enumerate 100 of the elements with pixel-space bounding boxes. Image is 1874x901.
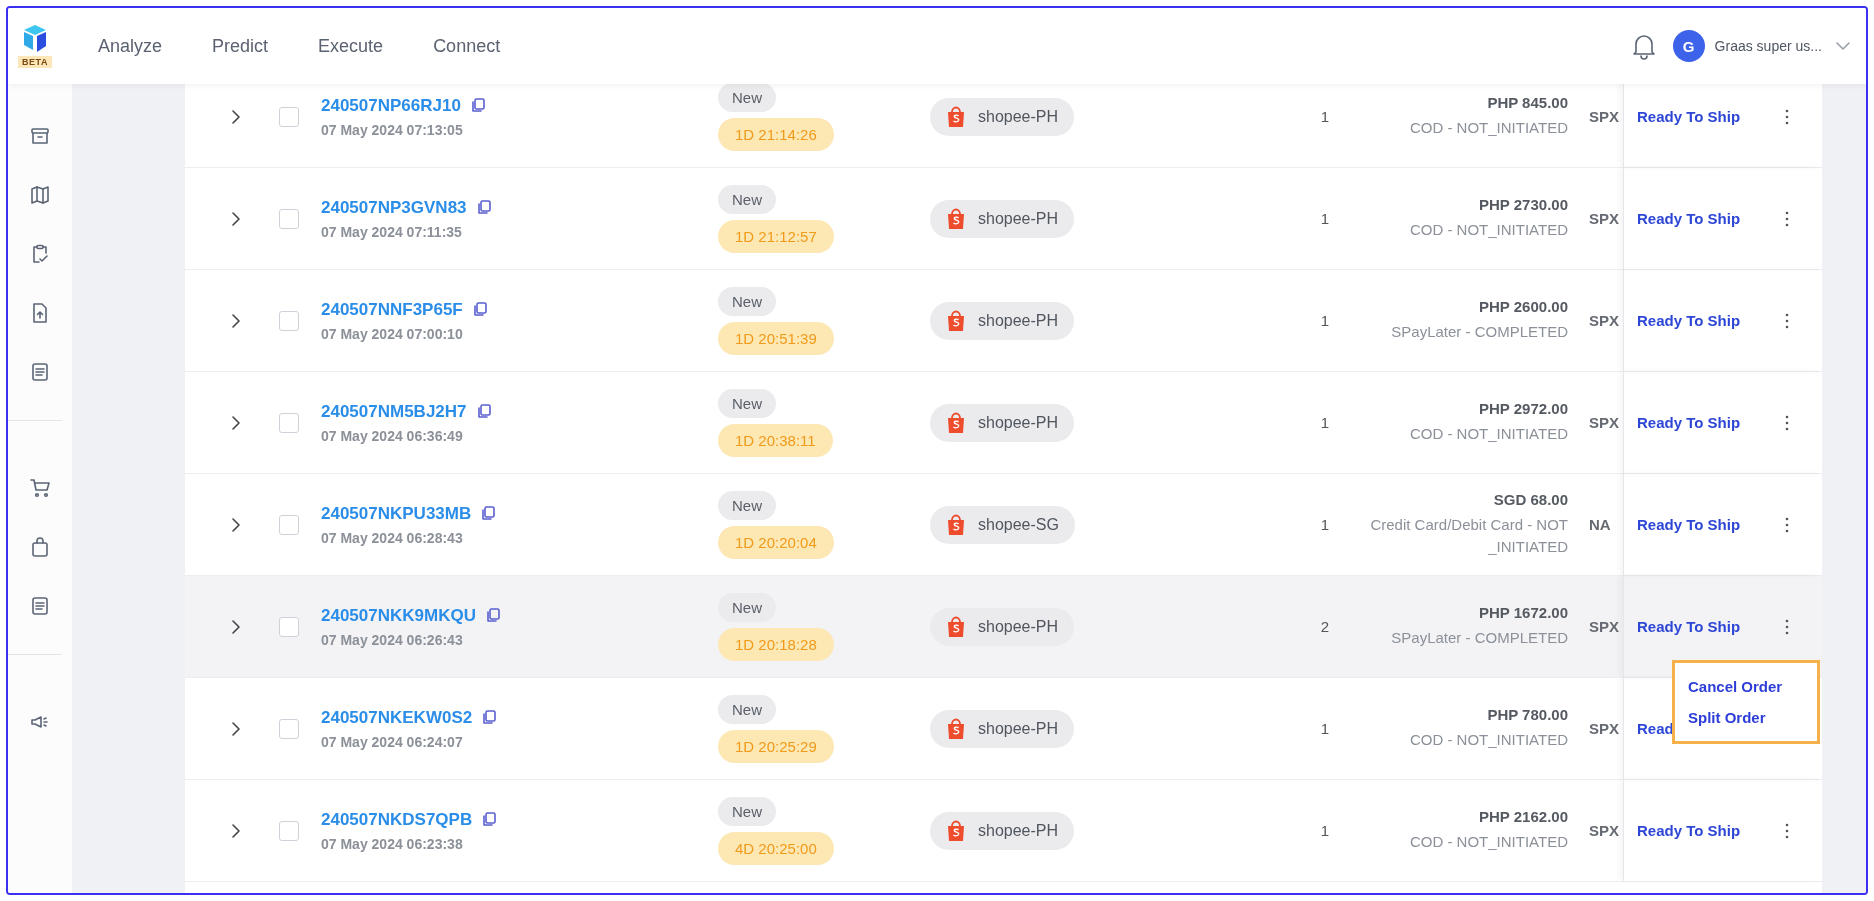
- status-tag: New: [718, 84, 776, 112]
- copy-icon[interactable]: [482, 710, 497, 725]
- countdown-tag: 1D 20:38:11: [718, 423, 833, 457]
- order-date: 07 May 2024 07:00:10: [321, 325, 463, 342]
- row-checkbox[interactable]: [279, 718, 299, 739]
- order-amount: PHP 2162.00: [1479, 807, 1568, 825]
- payment-status: COD - NOT_INITIATED: [1409, 219, 1568, 240]
- shopping-bag-icon: [946, 105, 966, 128]
- more-options-icon[interactable]: [1784, 311, 1790, 330]
- shopping-bag-icon: [946, 309, 966, 332]
- ready-to-ship-link[interactable]: Ready To Ship: [1637, 108, 1741, 125]
- countdown-tag: 1D 21:12:57: [718, 219, 834, 253]
- status-tag: New: [718, 592, 776, 622]
- channel-name: shopee-PH: [978, 107, 1059, 126]
- channel-name: shopee-SG: [978, 515, 1059, 534]
- status-tag: New: [718, 490, 776, 520]
- shopping-bag-icon: [946, 207, 966, 230]
- order-id-link[interactable]: 240507NNF3P65F: [321, 299, 463, 320]
- payment-status: SPayLater - COMPLETED: [1391, 627, 1568, 648]
- more-options-icon[interactable]: [1784, 617, 1790, 636]
- carrier: SPX: [1589, 822, 1619, 839]
- user-name[interactable]: Graas super us...: [1714, 38, 1822, 54]
- carrier: SPX: [1589, 108, 1619, 125]
- nav-link[interactable]: Connect: [433, 35, 501, 57]
- ready-to-ship-link[interactable]: Ready To Ship: [1637, 312, 1741, 329]
- quantity: 1: [1319, 413, 1331, 433]
- more-options-icon[interactable]: [1784, 821, 1790, 840]
- nav-link[interactable]: Execute: [318, 35, 384, 57]
- status-tag: New: [718, 388, 776, 418]
- expand-chevron-icon[interactable]: [230, 108, 242, 125]
- copy-icon[interactable]: [485, 608, 500, 623]
- ready-to-ship-link[interactable]: Ready To Ship: [1637, 414, 1741, 431]
- payment-status: SPayLater - COMPLETED: [1391, 321, 1568, 342]
- nav-link[interactable]: Predict: [212, 35, 269, 57]
- order-id-link[interactable]: 240507NKPU33MB: [321, 503, 472, 524]
- shopping-bag-icon: [946, 819, 966, 842]
- payment-status: COD - NOT_INITIATED: [1409, 423, 1568, 444]
- ready-to-ship-link[interactable]: Ready To Ship: [1637, 822, 1741, 839]
- copy-icon[interactable]: [481, 506, 496, 521]
- shopping-bag-icon[interactable]: [29, 536, 51, 558]
- order-id-link[interactable]: 240507NM5BJ2H7: [321, 401, 467, 422]
- document-list-icon[interactable]: [29, 595, 51, 617]
- carrier: SPX: [1589, 618, 1619, 635]
- more-options-icon[interactable]: [1784, 107, 1790, 126]
- order-id-link[interactable]: 240507NKDS7QPB: [321, 809, 473, 830]
- notification-bell-icon[interactable]: [1630, 32, 1657, 60]
- expand-chevron-icon[interactable]: [230, 414, 242, 431]
- expand-chevron-icon[interactable]: [230, 516, 242, 533]
- order-date: 07 May 2024 06:23:38: [321, 835, 463, 852]
- copy-icon[interactable]: [476, 200, 491, 215]
- document-list-icon[interactable]: [29, 361, 51, 383]
- shopping-bag-icon: [946, 513, 966, 536]
- archive-box-icon[interactable]: [29, 125, 51, 147]
- copy-icon[interactable]: [476, 404, 491, 419]
- payment-status: COD - NOT_INITIATED: [1409, 729, 1568, 750]
- copy-icon[interactable]: [470, 98, 485, 113]
- user-avatar[interactable]: G: [1672, 30, 1705, 62]
- row-checkbox[interactable]: [279, 820, 299, 841]
- expand-chevron-icon[interactable]: [230, 312, 242, 329]
- payment-status: COD - NOT_INITIATED: [1409, 831, 1568, 852]
- row-checkbox[interactable]: [279, 514, 299, 535]
- chevron-down-icon[interactable]: [1836, 41, 1850, 51]
- order-id-link[interactable]: 240507NP3GVN83: [321, 197, 467, 218]
- status-tag: New: [718, 286, 776, 316]
- payment-status: Credit Card/Debit Card - NOT_INITIATED: [1369, 514, 1568, 557]
- row-checkbox[interactable]: [279, 106, 299, 127]
- more-options-icon[interactable]: [1784, 209, 1790, 228]
- more-options-icon[interactable]: [1784, 515, 1790, 534]
- nav-link[interactable]: Analyze: [98, 35, 163, 57]
- quantity: 1: [1319, 311, 1331, 331]
- quantity: 2: [1319, 617, 1331, 637]
- expand-chevron-icon[interactable]: [230, 720, 242, 737]
- channel-name: shopee-PH: [978, 617, 1059, 636]
- expand-chevron-icon[interactable]: [230, 210, 242, 227]
- order-amount: PHP 2600.00: [1479, 297, 1568, 315]
- status-tag: New: [718, 796, 776, 826]
- shopping-bag-icon: [946, 411, 966, 434]
- shopping-cart-icon[interactable]: [29, 477, 51, 499]
- copy-icon[interactable]: [472, 302, 487, 317]
- shopping-bag-icon: [946, 615, 966, 638]
- ready-to-ship-link[interactable]: Ready To Ship: [1637, 210, 1741, 227]
- more-options-icon[interactable]: [1784, 413, 1790, 432]
- copy-icon[interactable]: [482, 812, 497, 827]
- row-checkbox[interactable]: [279, 412, 299, 433]
- countdown-tag: 1D 20:18:28: [718, 627, 834, 661]
- menu-item[interactable]: Cancel Order: [1675, 671, 1817, 702]
- channel-name: shopee-PH: [978, 209, 1059, 228]
- order-id-link[interactable]: 240507NP66RJ10: [321, 95, 461, 116]
- channel-name: shopee-PH: [978, 413, 1059, 432]
- row-checkbox[interactable]: [279, 616, 299, 637]
- order-id-link[interactable]: 240507NKEKW0S2: [321, 707, 473, 728]
- expand-chevron-icon[interactable]: [230, 618, 242, 635]
- ready-to-ship-link[interactable]: Ready To Ship: [1637, 516, 1741, 533]
- row-checkbox[interactable]: [279, 208, 299, 229]
- shopping-bag-icon: [946, 717, 966, 740]
- row-checkbox[interactable]: [279, 310, 299, 331]
- menu-item[interactable]: Split Order: [1675, 702, 1817, 733]
- ready-to-ship-link[interactable]: Ready To Ship: [1637, 618, 1741, 635]
- expand-chevron-icon[interactable]: [230, 822, 242, 839]
- map-icon[interactable]: [29, 184, 51, 206]
